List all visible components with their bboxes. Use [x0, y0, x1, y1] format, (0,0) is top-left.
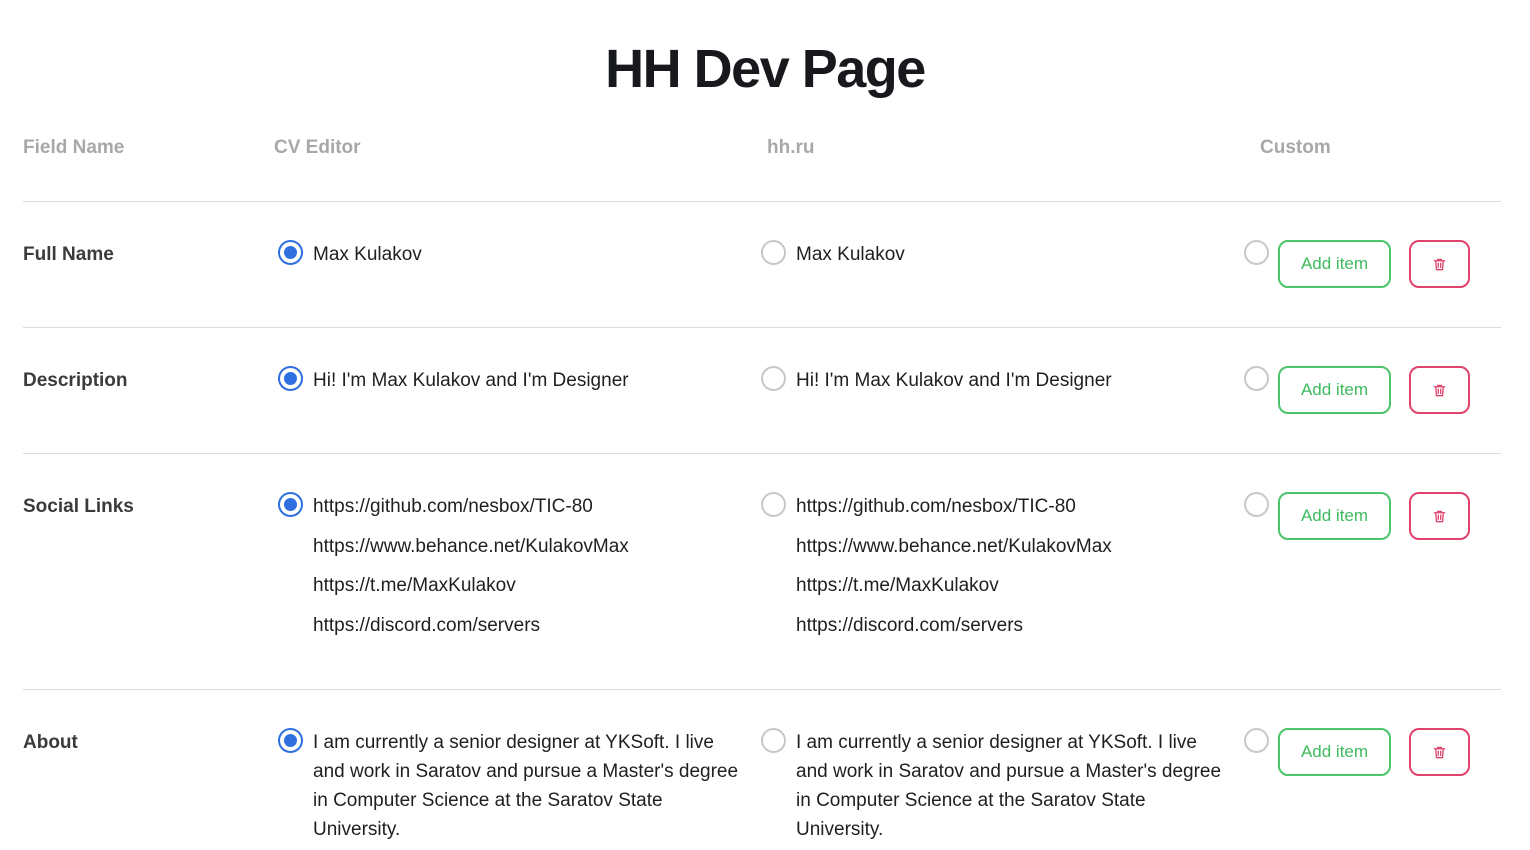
cv-editor-values: I am currently a senior designer at YKSo…: [313, 728, 738, 844]
field-name: Social Links: [23, 496, 134, 517]
custom-radio[interactable]: [1244, 728, 1269, 753]
value-line: https://www.behance.net/KulakovMax: [796, 535, 1112, 557]
cv-editor-radio[interactable]: [278, 240, 303, 265]
value-line: https://discord.com/servers: [796, 614, 1024, 636]
delete-button[interactable]: [1409, 366, 1470, 414]
value-line: in Computer Science at the Saratov State: [796, 790, 1146, 811]
delete-button[interactable]: [1409, 492, 1470, 540]
hh-values: I am currently a senior designer at YKSo…: [796, 728, 1221, 844]
hh-radio[interactable]: [761, 240, 786, 265]
custom-radio[interactable]: [1244, 240, 1269, 265]
page-title: HH Dev Page: [605, 39, 926, 99]
row-divider: [23, 453, 1501, 454]
value-line: and work in Saratov and pursue a Master'…: [796, 761, 1222, 782]
value-line: https://t.me/MaxKulakov: [796, 575, 999, 596]
field-name: Full Name: [23, 244, 114, 265]
header-hh: hh.ru: [767, 137, 815, 158]
add-item-button[interactable]: Add item: [1278, 366, 1391, 414]
value-line: in Computer Science at the Saratov State: [313, 790, 663, 811]
value-line: I am currently a senior designer at YKSo…: [796, 732, 1197, 753]
trash-icon: [1432, 383, 1447, 398]
value-line: University.: [796, 819, 884, 840]
header-field-name: Field Name: [23, 137, 125, 158]
row-divider: [23, 689, 1501, 690]
add-item-button[interactable]: Add item: [1278, 240, 1391, 288]
hh-radio[interactable]: [761, 366, 786, 391]
value-line: Max Kulakov: [313, 244, 422, 265]
trash-icon: [1432, 745, 1447, 760]
cv-editor-values: Hi! I'm Max Kulakov and I'm Designer: [313, 366, 629, 395]
value-line: Max Kulakov: [796, 244, 905, 265]
value-line: https://www.behance.net/KulakovMax: [313, 535, 629, 557]
trash-icon: [1432, 257, 1447, 272]
cv-editor-radio[interactable]: [278, 492, 303, 517]
value-line: Hi! I'm Max Kulakov and I'm Designer: [796, 370, 1112, 391]
cv-editor-radio[interactable]: [278, 728, 303, 753]
header-custom: Custom: [1260, 137, 1331, 158]
hh-radio[interactable]: [761, 728, 786, 753]
trash-icon: [1432, 509, 1447, 524]
header-cv-editor: CV Editor: [274, 137, 361, 158]
cv-editor-values: https://github.com/nesbox/TIC-80 https://…: [313, 487, 629, 645]
row-divider: [23, 327, 1501, 328]
custom-radio[interactable]: [1244, 366, 1269, 391]
row-divider: [23, 201, 1501, 202]
hh-dev-page: HH Dev Page Field Name CV Editor hh.ru C…: [0, 0, 1530, 850]
field-name: About: [23, 732, 78, 753]
delete-button[interactable]: [1409, 240, 1470, 288]
hh-radio[interactable]: [761, 492, 786, 517]
value-line: I am currently a senior designer at YKSo…: [313, 732, 714, 753]
hh-values: Hi! I'm Max Kulakov and I'm Designer: [796, 366, 1112, 395]
hh-values: Max Kulakov: [796, 240, 905, 269]
value-line: https://t.me/MaxKulakov: [313, 575, 516, 596]
add-item-button[interactable]: Add item: [1278, 492, 1391, 540]
value-line: https://discord.com/servers: [313, 614, 541, 636]
table-header: Field Name CV Editor hh.ru Custom: [23, 137, 1501, 161]
value-line: Hi! I'm Max Kulakov and I'm Designer: [313, 370, 629, 391]
value-line: University.: [313, 819, 401, 840]
add-item-button[interactable]: Add item: [1278, 728, 1391, 776]
custom-radio[interactable]: [1244, 492, 1269, 517]
field-name: Description: [23, 370, 128, 391]
cv-editor-values: Max Kulakov: [313, 240, 422, 269]
hh-values: https://github.com/nesbox/TIC-80 https://…: [796, 487, 1112, 645]
value-line: and work in Saratov and pursue a Master'…: [313, 761, 739, 782]
value-line: https://github.com/nesbox/TIC-80: [796, 496, 1076, 517]
cv-editor-radio[interactable]: [278, 366, 303, 391]
delete-button[interactable]: [1409, 728, 1470, 776]
value-line: https://github.com/nesbox/TIC-80: [313, 496, 593, 517]
